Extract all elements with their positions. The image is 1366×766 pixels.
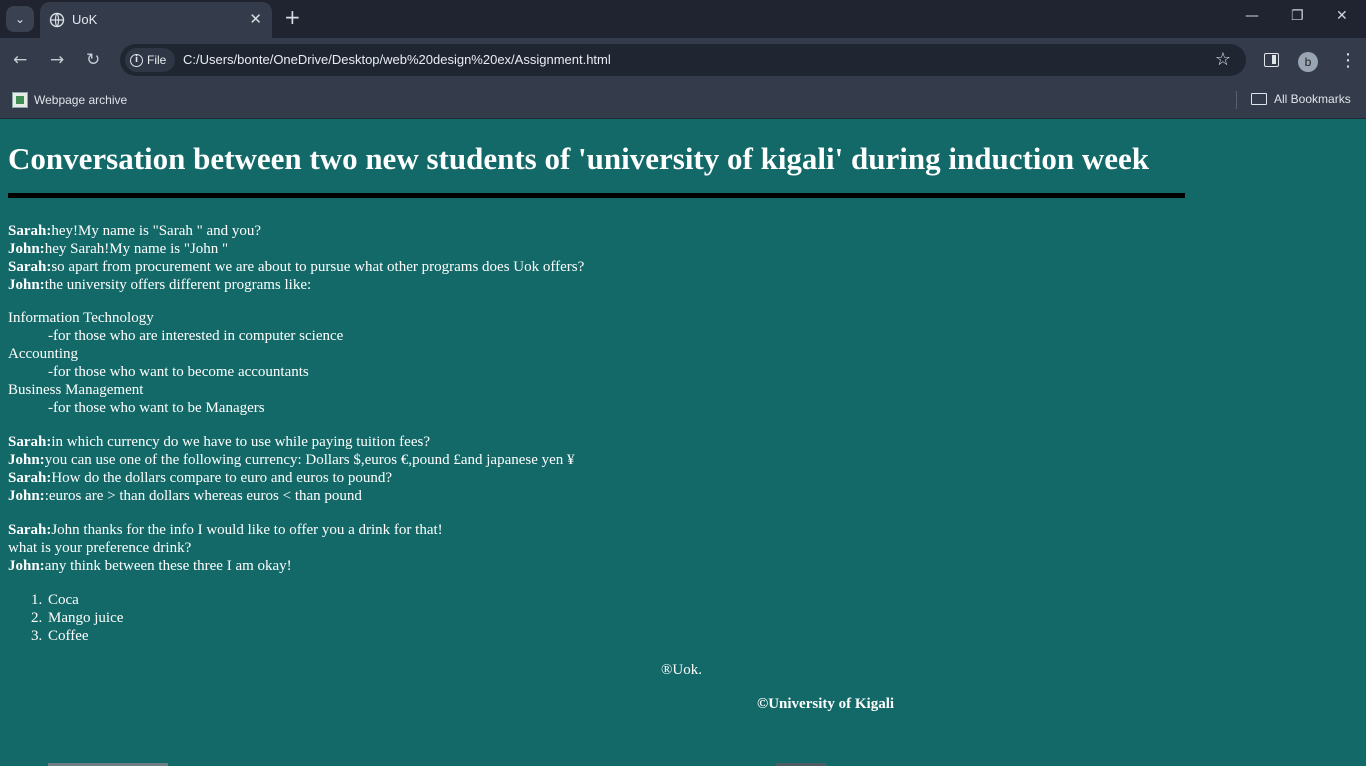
programs-list: Information Technology -for those who ar… (8, 309, 343, 417)
site-info-chip[interactable]: i File (125, 48, 175, 72)
browser-toolbar: ← → ↻ i File C:/Users/bonte/OneDrive/Des… (0, 38, 1366, 84)
all-bookmarks-button[interactable]: All Bookmarks (1251, 92, 1351, 106)
tab-title: UoK (72, 12, 98, 27)
dialog-text: the university offers different programs… (44, 277, 312, 293)
dialog-drinks: Sarah:John thanks for the info I would l… (8, 521, 443, 575)
title-divider (8, 193, 1185, 198)
speaker-label: John: (8, 558, 45, 574)
dialog-line: Sarah:John thanks for the info I would l… (8, 521, 443, 539)
program-name: Accounting (8, 346, 78, 362)
list-item: 3. Coffee (31, 628, 89, 644)
tab-active[interactable]: UoK ✕ (40, 2, 272, 38)
archive-favicon-icon (12, 92, 28, 108)
bookmarks-bar: Webpage archive All Bookmarks (0, 84, 1366, 119)
dialog-line: John:the university offers different pro… (8, 276, 584, 294)
dialog-line: John::euros are > than dollars whereas e… (8, 487, 575, 505)
list-item: 1. Coca (31, 592, 79, 608)
dialog-text: How do the dollars compare to euro and e… (51, 470, 393, 486)
speaker-label: John: (8, 488, 45, 504)
dialog-intro: Sarah:hey!My name is "Sarah " and you? J… (8, 222, 584, 294)
minimize-icon[interactable]: — (1245, 8, 1259, 24)
speaker-label: John: (8, 241, 45, 257)
dialog-text: you can use one of the following currenc… (44, 452, 575, 468)
globe-icon (49, 12, 65, 28)
dialog-text: any think between these three I am okay! (44, 558, 292, 574)
tab-search-button[interactable]: ⌄ (6, 6, 34, 32)
dialog-text: hey Sarah!My name is "John " (44, 241, 229, 257)
drink-name: Coffee (48, 628, 89, 644)
dialog-line: Sarah:in which currency do we have to us… (8, 433, 575, 451)
forward-icon[interactable]: → (50, 51, 64, 69)
bookmark-webpage-archive[interactable]: Webpage archive (12, 92, 127, 108)
address-bar[interactable]: i File C:/Users/bonte/OneDrive/Desktop/w… (120, 44, 1246, 76)
new-tab-icon[interactable]: + (284, 7, 301, 27)
dialog-text: hey!My name is "Sarah " and you? (51, 223, 262, 239)
program-description: -for those who want to be Managers (48, 400, 265, 416)
speaker-label: John: (8, 452, 45, 468)
tab-strip: ⌄ UoK ✕ + — ❐ ✕ (0, 0, 1366, 38)
info-icon: i (130, 53, 143, 67)
speaker-label: Sarah: (8, 522, 52, 538)
drink-name: Coca (48, 592, 79, 608)
restore-icon[interactable]: ❐ (1291, 8, 1304, 24)
dialog-line: Sarah:so apart from procurement we are a… (8, 258, 584, 276)
all-bookmarks-label: All Bookmarks (1274, 92, 1351, 106)
speaker-label: Sarah: (8, 259, 52, 275)
avatar[interactable]: b (1298, 52, 1318, 72)
bookmark-star-icon[interactable]: ☆ (1215, 49, 1231, 70)
footer-copyright: ©University of Kigali (757, 696, 895, 712)
page-content: Conversation between two new students of… (8, 141, 1348, 712)
dialog-line: John:hey Sarah!My name is "John " (8, 240, 584, 258)
program-name: Business Management (8, 382, 144, 398)
bookmarks-divider (1236, 91, 1237, 109)
dialog-line: John:you can use one of the following cu… (8, 451, 575, 469)
program-description: -for those who are interested in compute… (48, 328, 344, 344)
dialog-text-continued: what is your preference drink? (8, 540, 192, 556)
speaker-label: Sarah: (8, 470, 52, 486)
side-panel-icon[interactable] (1264, 53, 1279, 67)
url-scheme-label: File (147, 53, 167, 67)
dialog-text: :euros are > than dollars whereas euros … (44, 488, 362, 504)
kebab-menu-icon[interactable]: ⋮ (1339, 50, 1357, 71)
reload-icon[interactable]: ↻ (86, 51, 100, 69)
drink-name: Mango juice (48, 610, 124, 626)
dialog-text: in which currency do we have to use whil… (51, 434, 430, 450)
footer-mark: ®Uok. (661, 662, 702, 678)
back-icon[interactable]: ← (13, 51, 27, 69)
folder-icon (1251, 93, 1267, 105)
list-item: 2. Mango juice (31, 610, 124, 626)
drinks-ordered-list: 1. Coca 2. Mango juice 3. Coffee (31, 591, 124, 645)
dialog-line: John:any think between these three I am … (8, 557, 443, 575)
program-description: -for those who want to become accountant… (48, 364, 309, 380)
program-name: Information Technology (8, 310, 154, 326)
dialog-text: John thanks for the info I would like to… (51, 522, 443, 538)
chevron-down-icon: ⌄ (14, 12, 26, 26)
page-title: Conversation between two new students of… (8, 141, 1150, 176)
dialog-text: so apart from procurement we are about t… (51, 259, 585, 275)
dialog-currency: Sarah:in which currency do we have to us… (8, 433, 575, 505)
url-text[interactable]: C:/Users/bonte/OneDrive/Desktop/web%20de… (183, 52, 611, 67)
window-close-icon[interactable]: ✕ (1336, 8, 1348, 24)
dialog-line: Sarah:hey!My name is "Sarah " and you? (8, 222, 584, 240)
dialog-line: Sarah:How do the dollars compare to euro… (8, 469, 575, 487)
speaker-label: John: (8, 277, 45, 293)
speaker-label: Sarah: (8, 223, 52, 239)
speaker-label: Sarah: (8, 434, 52, 450)
close-icon[interactable]: ✕ (249, 10, 262, 28)
bookmark-label: Webpage archive (34, 93, 128, 107)
